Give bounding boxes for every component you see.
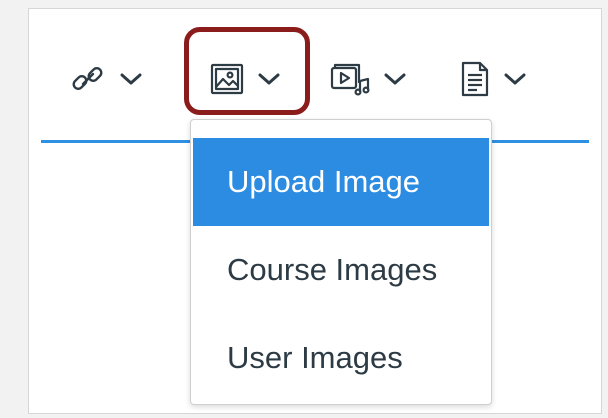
image-tool-highlight	[184, 27, 310, 115]
chevron-down-icon[interactable]	[383, 71, 407, 87]
menu-item-label: Upload Image	[227, 164, 421, 199]
menu-item-upload-image[interactable]: Upload Image	[193, 138, 489, 226]
editor-panel: Upload Image Course Images User Images	[28, 8, 602, 414]
menu-item-user-images[interactable]: User Images	[193, 314, 489, 402]
link-icon	[69, 60, 107, 98]
menu-item-course-images[interactable]: Course Images	[193, 226, 489, 314]
link-tool-button[interactable]	[69, 47, 143, 111]
menu-item-label: User Images	[227, 340, 403, 375]
chevron-down-icon[interactable]	[119, 71, 143, 87]
document-icon	[459, 60, 491, 98]
editor-toolbar	[29, 9, 601, 129]
menu-item-label: Course Images	[227, 252, 438, 287]
media-icon	[329, 61, 371, 97]
document-tool-button[interactable]	[459, 47, 527, 111]
chevron-down-icon[interactable]	[503, 71, 527, 87]
media-tool-button[interactable]	[329, 47, 407, 111]
image-dropdown-menu: Upload Image Course Images User Images	[190, 119, 492, 405]
